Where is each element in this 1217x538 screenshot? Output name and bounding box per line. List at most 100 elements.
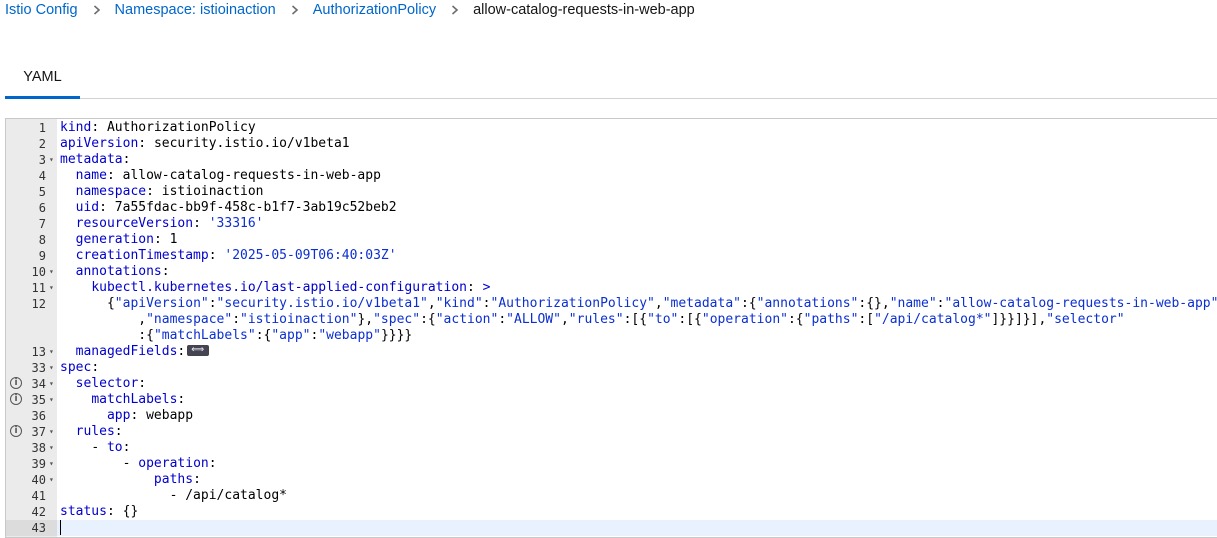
line-text: - to: [91, 440, 131, 455]
line-text: rules: [75, 424, 123, 439]
code-line: i 34 ▾ selector: [6, 376, 1217, 392]
line-gutter: 8 [6, 232, 57, 248]
fold-toggle-icon[interactable]: ▾ [49, 376, 57, 392]
line-number: 34 [31, 377, 46, 391]
code-line: ,"namespace":"istioinaction"},"spec":{"a… [6, 312, 1217, 328]
line-number: 11 [31, 281, 46, 295]
tab-bar: YAML [5, 58, 1217, 99]
code-line: 3 ▾ metadata: [6, 152, 1217, 168]
line-gutter: 1 [6, 120, 57, 136]
line-gutter: 33 ▾ [6, 360, 57, 376]
line-gutter: i 35 ▾ [6, 392, 57, 408]
fold-toggle-icon[interactable]: ▾ [49, 456, 57, 472]
line-gutter: 13 ▾ [6, 344, 57, 360]
line-number: 10 [31, 265, 46, 279]
code-line: 1 kind: AuthorizationPolicy [6, 120, 1217, 136]
line-gutter [6, 312, 57, 328]
code-line: 13 ▾ managedFields: [6, 342, 1217, 360]
fold-toggle-icon[interactable]: ▾ [49, 472, 57, 488]
code-line: 6 uid: 7a55fdac-bb9f-458c-b1f7-3ab19c52b… [6, 200, 1217, 216]
code-line: 38 ▾ - to: [6, 440, 1217, 456]
breadcrumb: Istio Config Namespace: istioinaction Au… [5, 1, 695, 19]
line-gutter: 36 [6, 408, 57, 424]
fold-toggle-icon[interactable]: ▾ [49, 152, 57, 168]
line-gutter: 12 [6, 296, 57, 312]
code-line: 2 apiVersion: security.istio.io/v1beta1 [6, 136, 1217, 152]
fold-toggle-icon[interactable]: ▾ [49, 264, 57, 280]
line-text: uid: 7a55fdac-bb9f-458c-b1f7-3ab19c52beb… [75, 200, 397, 215]
line-text: :{"matchLabels":{"app":"webapp"}}}} [138, 328, 413, 343]
breadcrumb-current-item: allow-catalog-requests-in-web-app [473, 2, 695, 18]
line-number: 12 [31, 297, 46, 311]
line-text: generation: 1 [75, 232, 178, 247]
line-number: 13 [31, 345, 46, 359]
line-gutter: 40 ▾ [6, 472, 57, 488]
tab-yaml[interactable]: YAML [5, 58, 80, 99]
line-gutter: 4 [6, 168, 57, 184]
line-text: metadata: [60, 152, 131, 167]
breadcrumb-kind-link[interactable]: AuthorizationPolicy [313, 2, 436, 18]
line-text: {"apiVersion":"security.istio.io/v1beta1… [106, 296, 1217, 311]
line-number: 37 [31, 425, 46, 439]
line-gutter: 2 [6, 136, 57, 152]
info-icon[interactable]: i [10, 377, 22, 389]
line-gutter: 6 [6, 200, 57, 216]
line-number: 36 [31, 409, 46, 423]
code-line: 9 creationTimestamp: '2025-05-09T06:40:0… [6, 248, 1217, 264]
code-line: :{"matchLabels":{"app":"webapp"}}}} [6, 328, 1217, 344]
code-line: 4 name: allow-catalog-requests-in-web-ap… [6, 168, 1217, 184]
line-gutter: 41 [6, 488, 57, 504]
line-number: 33 [31, 361, 46, 375]
chevron-right-icon [291, 5, 299, 15]
line-number: 8 [38, 233, 46, 247]
line-text: status: {} [60, 504, 139, 519]
line-number: 2 [38, 137, 46, 151]
line-number: 38 [31, 441, 46, 455]
code-line: 40 ▾ paths: [6, 472, 1217, 488]
chevron-right-icon [451, 5, 459, 15]
fold-toggle-icon[interactable]: ▾ [49, 424, 57, 440]
fold-toggle-icon[interactable]: ▾ [49, 280, 57, 296]
line-text: app: webapp [106, 408, 194, 423]
line-number: 5 [38, 185, 46, 199]
line-text [57, 520, 1217, 536]
fold-toggle-icon[interactable]: ▾ [49, 344, 57, 360]
code-line: 41 - /api/catalog* [6, 488, 1217, 504]
yaml-editor[interactable]: 1 kind: AuthorizationPolicy 2 apiVersion: s… [5, 118, 1217, 538]
breadcrumb-namespace-link[interactable]: Namespace: istioinaction [115, 2, 276, 18]
line-number: 43 [31, 521, 46, 535]
info-icon[interactable]: i [10, 393, 22, 405]
line-text: apiVersion: security.istio.io/v1beta1 [60, 136, 350, 151]
line-text: ,"namespace":"istioinaction"},"spec":{"a… [138, 312, 1125, 327]
line-gutter [6, 328, 57, 344]
line-number: 41 [31, 489, 46, 503]
line-text: resourceVersion: '33316' [75, 216, 264, 231]
line-gutter: 43 [6, 520, 57, 536]
line-text: spec: [60, 360, 100, 375]
code-line: i 35 ▾ matchLabels: [6, 392, 1217, 408]
line-text: - operation: [122, 456, 217, 471]
line-gutter: i 37 ▾ [6, 424, 57, 440]
line-text: selector: [75, 376, 147, 391]
fold-toggle-icon[interactable]: ▾ [49, 392, 57, 408]
fold-toggle-icon[interactable]: ▾ [49, 440, 57, 456]
text-cursor [60, 520, 61, 535]
code-line: i 37 ▾ rules: [6, 424, 1217, 440]
line-number: 6 [38, 201, 46, 215]
breadcrumb-istio-config-link[interactable]: Istio Config [5, 2, 78, 18]
folded-section-icon[interactable] [187, 342, 210, 358]
code-line: 11 ▾ kubectl.kubernetes.io/last-applied-c… [6, 280, 1217, 296]
line-number: 1 [38, 121, 46, 135]
line-gutter: 42 [6, 504, 57, 520]
code-line: 10 ▾ annotations: [6, 264, 1217, 280]
fold-toggle-icon[interactable]: ▾ [49, 360, 57, 376]
line-text: name: allow-catalog-requests-in-web-app [75, 168, 381, 183]
line-number: 7 [38, 217, 46, 231]
code-line: 33 ▾ spec: [6, 360, 1217, 376]
code-line: 5 namespace: istioinaction [6, 184, 1217, 200]
info-icon[interactable]: i [10, 425, 22, 437]
line-text: namespace: istioinaction [75, 184, 264, 199]
line-number: 4 [38, 169, 46, 183]
line-text: creationTimestamp: '2025-05-09T06:40:03Z… [75, 248, 397, 263]
line-text: kind: AuthorizationPolicy [60, 120, 256, 135]
